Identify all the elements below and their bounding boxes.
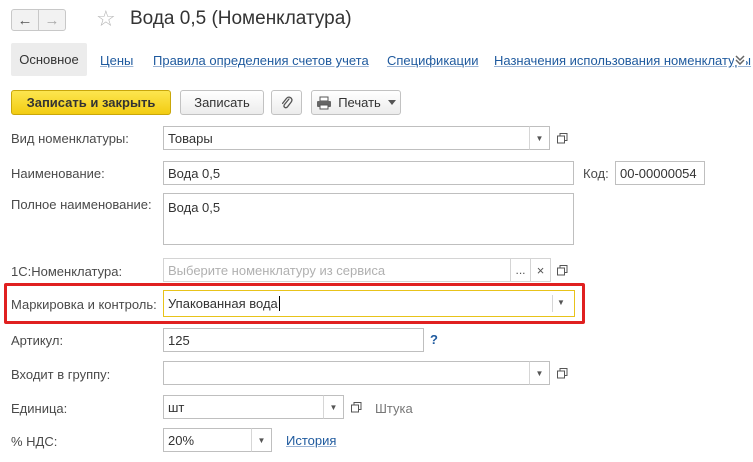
onec-label: 1С:Номенклатура: — [11, 264, 123, 279]
marking-value: Упакованная вода — [168, 296, 278, 311]
marking-dropdown-arrow-icon[interactable]: ▼ — [557, 298, 565, 307]
printer-icon — [317, 96, 332, 109]
arrow-right-icon: → — [44, 11, 60, 29]
open-window-icon — [556, 264, 567, 275]
print-button[interactable]: Печать — [311, 90, 401, 115]
full-name-label: Полное наименование: — [11, 197, 152, 212]
forward-button[interactable]: → — [38, 9, 66, 31]
back-button[interactable]: ← — [11, 9, 39, 31]
article-help-icon[interactable]: ? — [430, 332, 438, 347]
open-window-icon — [350, 401, 361, 412]
group-field[interactable] — [163, 361, 530, 385]
article-field[interactable]: 125 — [163, 328, 424, 352]
tab-prices[interactable]: Цены — [100, 53, 133, 68]
code-label: Код: — [583, 166, 609, 181]
vat-history-link[interactable]: История — [286, 433, 336, 448]
attach-button[interactable] — [271, 90, 302, 115]
kind-open-button[interactable] — [552, 126, 572, 150]
group-label: Входит в группу: — [11, 367, 111, 382]
tab-main[interactable]: Основное — [11, 43, 87, 76]
group-open-button[interactable] — [552, 361, 572, 385]
vat-label: % НДС: — [11, 434, 58, 449]
vat-dropdown-button[interactable]: ▼ — [251, 428, 272, 452]
dropdown-arrow-icon: ▼ — [257, 435, 266, 445]
arrow-left-icon: ← — [17, 11, 33, 29]
unit-label: Единица: — [11, 401, 68, 416]
kind-label: Вид номенклатуры: — [11, 131, 129, 146]
paperclip-icon — [281, 95, 293, 108]
open-window-icon — [556, 132, 567, 143]
unit-open-button[interactable] — [346, 395, 366, 419]
article-label: Артикул: — [11, 333, 64, 348]
onec-select-button[interactable]: ... — [510, 258, 531, 282]
vat-field[interactable]: 20% — [163, 428, 252, 452]
name-label: Наименование: — [11, 166, 105, 181]
dropdown-arrow-icon: ▼ — [535, 133, 544, 143]
marking-label: Маркировка и контроль: — [11, 297, 157, 312]
chevron-down-icon — [387, 100, 396, 105]
kind-dropdown-button[interactable]: ▼ — [529, 126, 550, 150]
name-field[interactable]: Вода 0,5 — [163, 161, 574, 185]
page-title: Вода 0,5 (Номенклатура) — [130, 8, 352, 29]
print-label: Печать — [338, 95, 381, 110]
kind-field[interactable]: Товары — [163, 126, 530, 150]
tab-account-rules[interactable]: Правила определения счетов учета — [153, 53, 369, 68]
dropdown-arrow-icon: ▼ — [329, 402, 338, 412]
dropdown-arrow-icon: ▼ — [535, 368, 544, 378]
unit-hint: Штука — [375, 401, 413, 416]
full-name-field[interactable]: Вода 0,5 — [163, 193, 574, 245]
text-caret — [278, 296, 280, 311]
open-window-icon — [556, 367, 567, 378]
unit-field[interactable]: шт — [163, 395, 324, 419]
marking-field[interactable]: Упакованная вода — [163, 290, 575, 317]
group-dropdown-button[interactable]: ▼ — [529, 361, 550, 385]
marking-divider — [552, 295, 553, 312]
onec-open-button[interactable] — [552, 258, 572, 282]
save-button[interactable]: Записать — [180, 90, 264, 115]
onec-clear-button[interactable]: × — [530, 258, 551, 282]
more-icon[interactable] — [734, 53, 746, 65]
code-field[interactable]: 00-00000054 — [615, 161, 705, 185]
tab-usage-purposes[interactable]: Назначения использования номенклатуры — [494, 53, 751, 68]
save-and-close-button[interactable]: Записать и закрыть — [11, 90, 171, 115]
ellipsis-icon: ... — [515, 263, 526, 277]
onec-field[interactable]: Выберите номенклатуру из сервиса — [163, 258, 511, 282]
close-icon: × — [536, 262, 545, 278]
star-icon[interactable]: ☆ — [96, 6, 116, 32]
unit-dropdown-button[interactable]: ▼ — [323, 395, 344, 419]
tab-specifications[interactable]: Спецификации — [387, 53, 479, 68]
